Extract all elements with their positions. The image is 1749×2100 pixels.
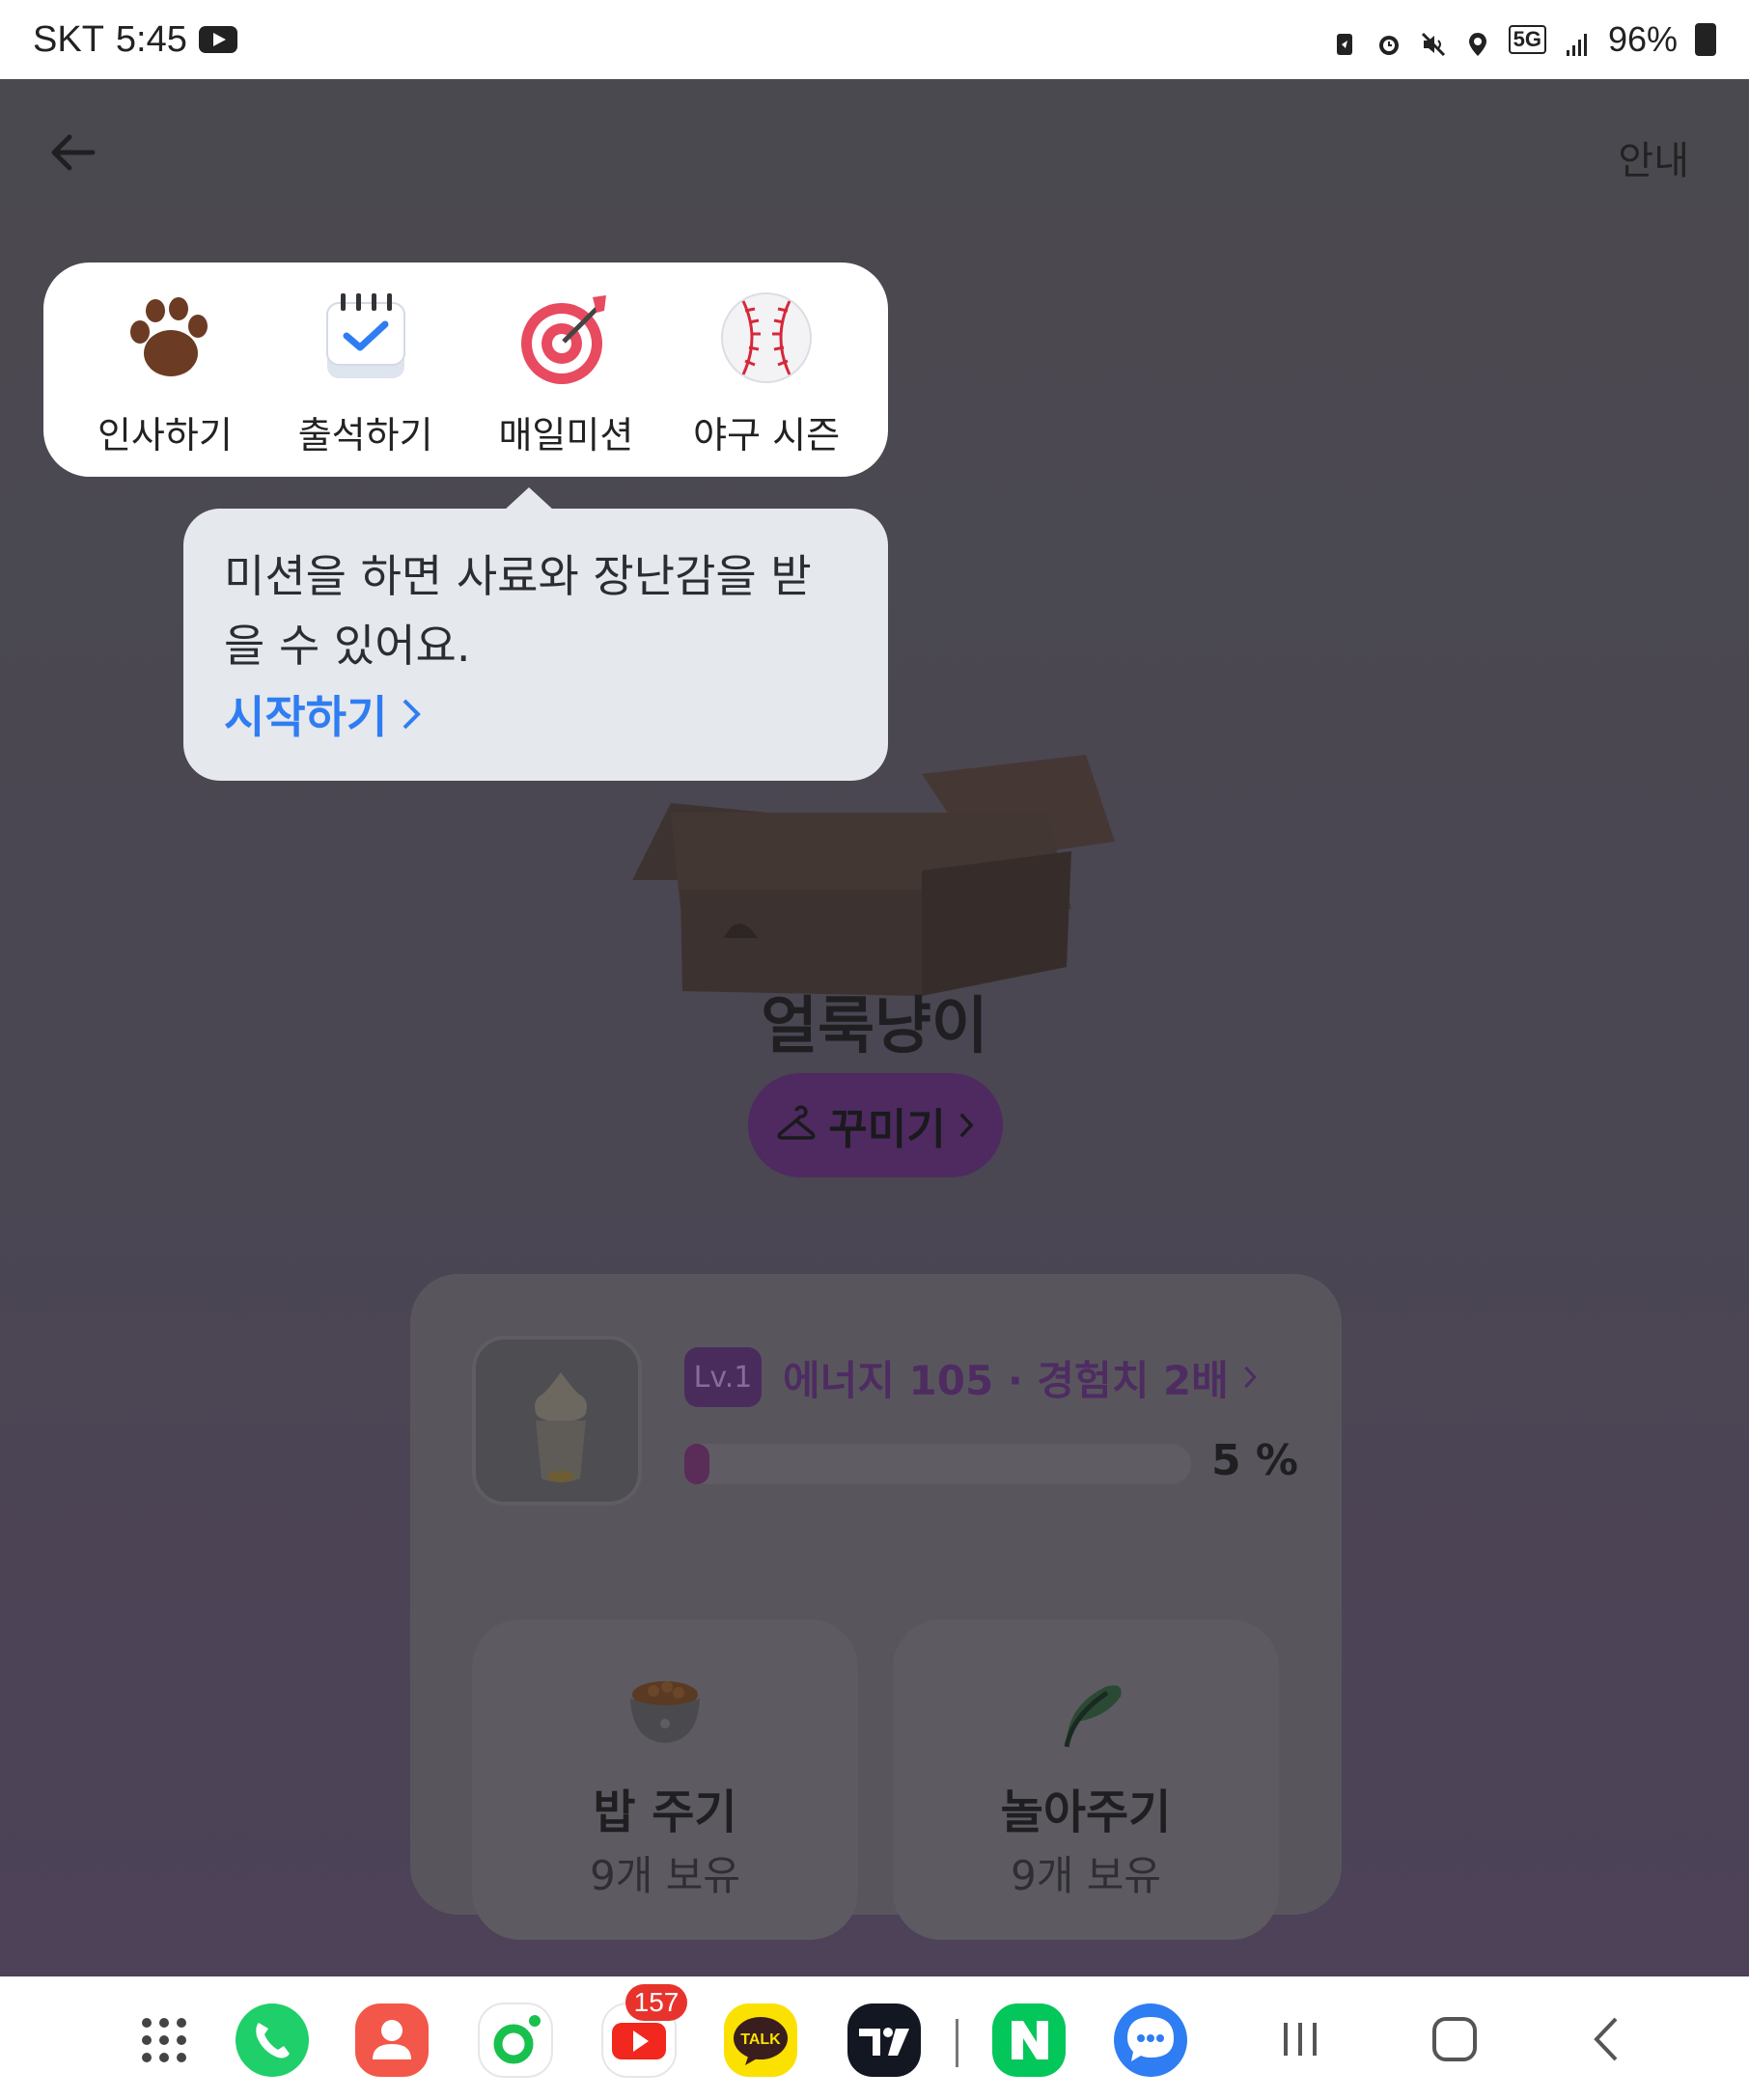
mission-attendance-label: 출석하기 [297, 414, 433, 456]
home-icon [1432, 2017, 1477, 2061]
youtube-app[interactable]: 157 [600, 1984, 687, 2079]
phone-icon [236, 2003, 309, 2077]
food-bowl-icon [630, 1681, 700, 1743]
guide-link[interactable]: 안내 [1618, 129, 1689, 185]
alarm-icon [1375, 26, 1402, 55]
mission-daily[interactable]: 매일미션 [466, 262, 667, 477]
nav-back-button[interactable] [1575, 2005, 1643, 2073]
level-badge: Lv.1 [684, 1347, 762, 1407]
back-button[interactable] [42, 122, 104, 183]
mute-icon [1420, 26, 1447, 57]
app-drawer-button[interactable] [125, 2002, 203, 2079]
mission-menu: 인사하기 출석하기 매일미션 야구 시즌 [43, 262, 888, 477]
feed-button[interactable]: 밥 주기 9개 보유 [472, 1619, 858, 1940]
decorate-label: 꾸미기 [828, 1105, 946, 1154]
pet-stats-card: Lv.1 에너지 105 · 경험치 2배 5 % 밥 주기 9개 보유 놀아주… [410, 1274, 1342, 1940]
play-count: 9개 보유 [1011, 1852, 1161, 1899]
status-bar: SKT 5:45 5G 96% [0, 0, 1749, 79]
target-dart-icon [515, 288, 616, 388]
play-button[interactable]: 놀아주기 9개 보유 [893, 1619, 1279, 1940]
recent-apps-button[interactable] [1266, 2005, 1334, 2073]
tradingview-app[interactable] [846, 2002, 923, 2079]
start-link[interactable]: 시작하기 [224, 682, 847, 746]
mission-greeting[interactable]: 인사하기 [65, 262, 265, 477]
phone-app[interactable] [234, 2002, 311, 2079]
pet-name: 얼룩냥이 [761, 991, 988, 1063]
carrier-label: SKT [33, 18, 104, 60]
home-button[interactable] [1421, 2005, 1488, 2073]
chevron-right-icon [959, 1113, 974, 1138]
baseball-icon [716, 288, 817, 388]
mission-greeting-label: 인사하기 [97, 414, 233, 456]
arrow-left-icon [51, 134, 96, 171]
play-title: 놀아주기 [1000, 1785, 1172, 1839]
calendar-check-icon [316, 288, 416, 388]
battery-icon [1695, 23, 1716, 56]
camera-app[interactable] [477, 2002, 554, 2079]
taskbar-divider [956, 2019, 958, 2067]
battery-percent: 96% [1607, 19, 1678, 59]
tooltip-message: 미션을 하면 사료와 장난감을 받을 수 있어요. [224, 550, 812, 672]
recents-icon [1284, 2023, 1317, 2056]
location-icon [1464, 26, 1491, 56]
feed-title: 밥 주기 [593, 1785, 737, 1839]
clock: 5:45 [115, 18, 187, 60]
hanger-icon [777, 1105, 816, 1140]
chevron-right-icon [403, 699, 422, 730]
messages-app[interactable] [1112, 2002, 1189, 2079]
feather-toy-icon [1064, 1685, 1122, 1748]
network-type: 5G [1508, 25, 1546, 54]
app-grid-icon [142, 2018, 186, 2062]
messages-icon [1114, 2003, 1187, 2077]
mission-baseball[interactable]: 야구 시즌 [666, 262, 867, 477]
battery-saver-icon [1331, 26, 1358, 55]
camera-icon [478, 2003, 553, 2078]
tradingview-icon [847, 2003, 921, 2077]
chevron-right-icon [1243, 1366, 1257, 1389]
energy-progress-fill [684, 1444, 710, 1484]
kakaotalk-app[interactable]: TALK [722, 2002, 799, 2079]
status-right: 5G 96% [1331, 19, 1716, 60]
youtube-notification-icon [198, 26, 237, 53]
kakaotalk-icon: TALK [724, 2003, 797, 2077]
status-left: SKT 5:45 [33, 19, 237, 61]
mission-daily-label: 매일미션 [498, 414, 634, 456]
naver-icon [992, 2003, 1066, 2077]
start-link-label: 시작하기 [224, 691, 388, 743]
signal-icon [1564, 26, 1591, 56]
energy-link[interactable]: 에너지 105 · 경험치 2배 [783, 1347, 1260, 1407]
contacts-icon [355, 2003, 429, 2077]
youtube-badge: 157 [625, 1984, 687, 2021]
energy-progress-bar [684, 1444, 1191, 1484]
energy-text: 에너지 105 · 경험치 2배 [783, 1356, 1229, 1404]
nav-back-icon [1594, 2017, 1618, 2061]
mission-tooltip: 미션을 하면 사료와 장난감을 받을 수 있어요. 시작하기 [183, 487, 888, 781]
ice-cream-thumbnail[interactable] [472, 1336, 642, 1506]
naver-app[interactable] [990, 2002, 1068, 2079]
progress-percent: 5 % [1211, 1436, 1299, 1485]
paw-icon [115, 288, 215, 388]
mission-baseball-label: 야구 시즌 [693, 414, 841, 456]
feed-count: 9개 보유 [590, 1852, 740, 1899]
decorate-button[interactable]: 꾸미기 [748, 1073, 1003, 1177]
kakao-label: TALK [740, 2031, 781, 2048]
mission-attendance[interactable]: 출석하기 [265, 262, 466, 477]
taskbar: 157 TALK [0, 1976, 1749, 2100]
ice-cream-icon [535, 1372, 587, 1482]
contacts-app[interactable] [353, 2002, 430, 2079]
